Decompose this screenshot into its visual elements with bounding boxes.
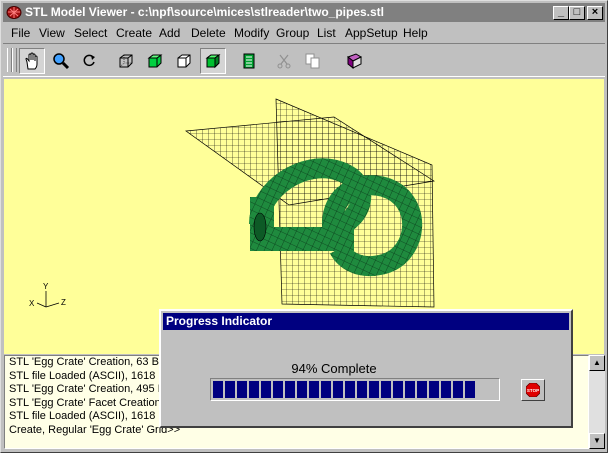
- progress-block: [321, 381, 331, 398]
- progress-block: [225, 381, 235, 398]
- progress-block: [357, 381, 367, 398]
- rotate-button[interactable]: [77, 48, 103, 74]
- app-logo-icon: [6, 5, 22, 20]
- progress-block: [213, 381, 223, 398]
- wireframe-cube-icon: [119, 54, 133, 68]
- progress-block: [405, 381, 415, 398]
- wireframe-button[interactable]: [113, 48, 139, 74]
- progress-block: [369, 381, 379, 398]
- progress-bar: [210, 378, 500, 401]
- progress-block: [333, 381, 343, 398]
- axis-label-z: Z: [61, 298, 66, 307]
- axis-triad: Y X Z: [29, 282, 66, 308]
- axis-label-x: X: [29, 299, 35, 308]
- progress-block: [381, 381, 391, 398]
- progress-block: [309, 381, 319, 398]
- axis-label-y: Y: [43, 282, 49, 291]
- progress-fill: [213, 381, 475, 398]
- menu-create[interactable]: Create: [116, 26, 152, 40]
- book-icon: [347, 53, 363, 70]
- progress-block: [441, 381, 451, 398]
- progress-block: [237, 381, 247, 398]
- progress-text: 94% Complete: [291, 361, 377, 376]
- close-button[interactable]: ×: [587, 6, 603, 20]
- progress-block: [285, 381, 295, 398]
- menu-help[interactable]: Help: [403, 26, 428, 40]
- scroll-up-icon[interactable]: ▲: [589, 355, 605, 371]
- window-title: STL Model Viewer - c:\npf\source\mices\s…: [25, 5, 384, 19]
- menu-appsetup[interactable]: AppSetup: [345, 26, 398, 40]
- maximize-button[interactable]: □: [569, 6, 585, 20]
- toolbar: [3, 43, 605, 77]
- progress-block: [273, 381, 283, 398]
- solid-cube-icon: [205, 54, 221, 69]
- progress-block: [297, 381, 307, 398]
- hand-icon: [25, 52, 38, 70]
- stop-icon: STOP: [526, 383, 540, 397]
- shaded-button[interactable]: [142, 48, 168, 74]
- progress-block: [345, 381, 355, 398]
- magnify-icon: [53, 53, 70, 70]
- progress-block: [393, 381, 403, 398]
- log-scrollbar[interactable]: ▲ ▼: [589, 355, 605, 449]
- copy-icon: [305, 53, 320, 69]
- pan-button[interactable]: [19, 48, 45, 74]
- rotate-icon: [83, 54, 95, 67]
- menu-add[interactable]: Add: [159, 26, 180, 40]
- title-bar[interactable]: STL Model Viewer - c:\npf\source\mices\s…: [3, 3, 605, 22]
- hidden-line-button[interactable]: [171, 48, 197, 74]
- stop-label: STOP: [527, 388, 539, 393]
- menu-select[interactable]: Select: [74, 26, 107, 40]
- progress-block: [261, 381, 271, 398]
- menu-delete[interactable]: Delete: [191, 26, 226, 40]
- menu-bar: File View Select Create Add Delete Modif…: [3, 23, 605, 42]
- menu-modify[interactable]: Modify: [234, 26, 269, 40]
- progress-block: [453, 381, 463, 398]
- solid-button[interactable]: [200, 48, 226, 74]
- list-button[interactable]: [236, 48, 262, 74]
- progress-dialog-title[interactable]: Progress Indicator: [163, 313, 569, 330]
- progress-block: [417, 381, 427, 398]
- help-book-button[interactable]: [341, 48, 367, 74]
- shaded-cube-icon: [147, 54, 163, 68]
- zoom-button[interactable]: [48, 48, 74, 74]
- menu-group[interactable]: Group: [276, 26, 309, 40]
- menu-file[interactable]: File: [11, 26, 30, 40]
- progress-block: [465, 381, 475, 398]
- hidden-line-cube-icon: [177, 54, 191, 68]
- progress-dialog: Progress Indicator 94% Complete STOP: [159, 309, 573, 428]
- copy-button[interactable]: [300, 48, 326, 74]
- cut-button[interactable]: [271, 48, 297, 74]
- menu-view[interactable]: View: [39, 26, 65, 40]
- progress-block: [249, 381, 259, 398]
- app-window: STL Model Viewer - c:\npf\source\mices\s…: [0, 0, 608, 453]
- menu-list[interactable]: List: [317, 26, 336, 40]
- progress-block: [429, 381, 439, 398]
- toolbar-grip-2[interactable]: [12, 48, 17, 72]
- scroll-down-icon[interactable]: ▼: [589, 433, 605, 449]
- minimize-button[interactable]: _: [553, 6, 569, 20]
- stop-button[interactable]: STOP: [521, 379, 545, 401]
- cut-icon: [277, 54, 291, 69]
- list-icon: [243, 53, 255, 69]
